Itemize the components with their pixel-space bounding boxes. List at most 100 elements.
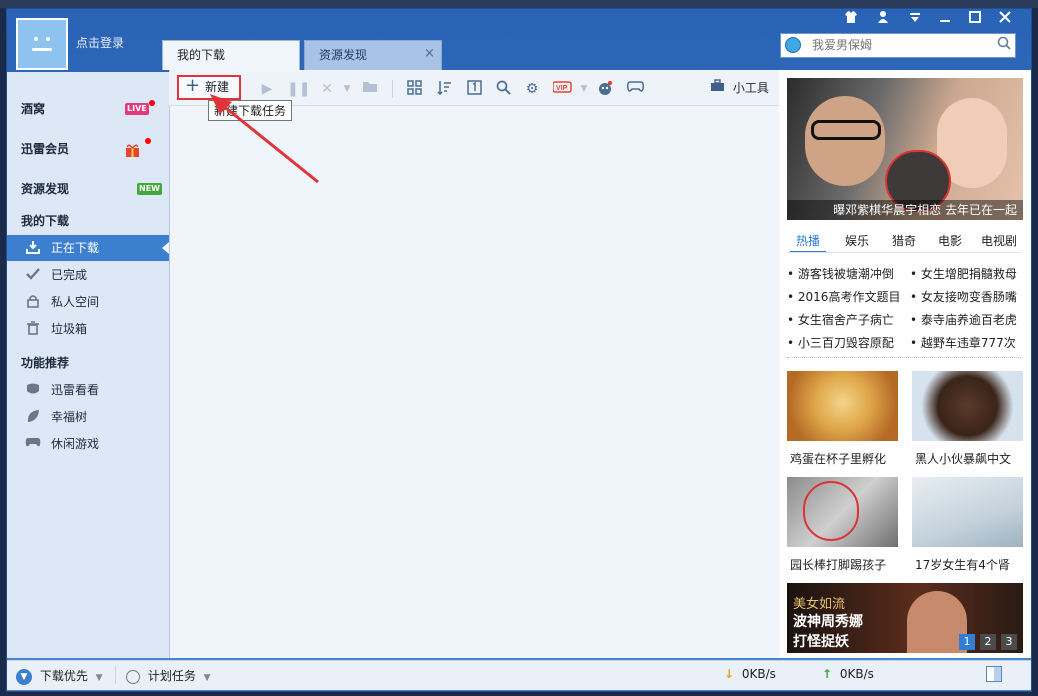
login-link[interactable]: 点击登录 bbox=[76, 34, 124, 51]
trash-icon bbox=[25, 321, 41, 337]
svg-text:VIP: VIP bbox=[556, 85, 568, 92]
download-icon bbox=[25, 240, 41, 256]
video-thumbnail[interactable] bbox=[912, 477, 1023, 547]
sidebar-item-label: 垃圾箱 bbox=[51, 322, 88, 336]
chevron-down-icon: ▼ bbox=[95, 673, 103, 683]
leaf-icon bbox=[25, 409, 41, 425]
kankan-icon bbox=[25, 382, 41, 398]
sidebar-item-label: 正在下载 bbox=[51, 241, 100, 255]
tools-button[interactable]: 小工具 bbox=[710, 79, 769, 96]
news-link[interactable]: • 小三百刀毁容原配 bbox=[787, 334, 894, 351]
news-tab-hot[interactable]: 热播 bbox=[790, 232, 827, 253]
mascot-icon[interactable] bbox=[596, 80, 614, 98]
tab-my-downloads[interactable]: 我的下载 bbox=[162, 40, 300, 70]
news-link[interactable]: • 2016高考作文题目 bbox=[787, 288, 900, 305]
sidebar-item-private-space[interactable]: 私人空间 bbox=[7, 289, 169, 315]
search-input[interactable] bbox=[808, 35, 996, 55]
chevron-down-icon: ▼ bbox=[203, 673, 211, 683]
lock-icon bbox=[25, 294, 41, 310]
notification-dot bbox=[145, 138, 151, 144]
sidebar-item-label: 已完成 bbox=[51, 268, 88, 282]
sidebar-item-label: 资源发现 bbox=[21, 182, 70, 196]
minimize-icon[interactable] bbox=[934, 10, 956, 30]
hero-caption[interactable]: 曝邓紫棋华晨宇相恋 去年已在一起 bbox=[787, 200, 1023, 220]
news-link[interactable]: • 泰寺庙养逾百老虎 bbox=[910, 311, 1017, 328]
sidebar-item-discover[interactable]: 资源发现 NEW bbox=[7, 176, 169, 202]
new-badge: NEW bbox=[137, 183, 162, 195]
download-priority-selector[interactable]: ▼ 下载优先 ▼ bbox=[16, 667, 103, 685]
section-my-downloads: 我的下载 bbox=[21, 214, 70, 228]
video-thumbnail[interactable] bbox=[787, 477, 898, 547]
gamepad-toolbar-icon[interactable] bbox=[626, 80, 644, 98]
hero-image[interactable] bbox=[787, 78, 1023, 220]
delete-dropdown-icon[interactable]: ▼ bbox=[338, 80, 356, 98]
tab-close-icon[interactable]: × bbox=[424, 46, 435, 61]
banner-page-2[interactable]: 2 bbox=[980, 634, 996, 650]
sidebar-item-kankan[interactable]: 迅雷看看 bbox=[7, 377, 169, 403]
sidebar-item-vip[interactable]: 迅雷会员 bbox=[7, 136, 169, 162]
banner-page-1[interactable]: 1 bbox=[959, 634, 975, 650]
menu-icon[interactable] bbox=[904, 10, 926, 30]
news-tab-divider bbox=[787, 252, 1021, 253]
desktop-strip bbox=[0, 0, 1038, 8]
video-thumbnail[interactable] bbox=[912, 371, 1023, 441]
toolbar-divider bbox=[392, 80, 393, 98]
search-task-icon[interactable] bbox=[494, 80, 512, 98]
vip-dropdown-icon[interactable]: ▼ bbox=[575, 80, 593, 98]
sidebar-item-trash[interactable]: 垃圾箱 bbox=[7, 316, 169, 342]
news-link[interactable]: • 越野车违章777次 bbox=[910, 334, 1016, 351]
sort-icon[interactable] bbox=[435, 80, 453, 98]
scheduled-tasks-selector[interactable]: 计划任务 ▼ bbox=[126, 667, 211, 684]
grid-view-icon[interactable] bbox=[405, 80, 423, 98]
news-tab-movies[interactable]: 电影 bbox=[938, 232, 962, 249]
settings-gear-icon[interactable]: ⚙ bbox=[523, 80, 541, 98]
sidebar-item-label: 酒窝 bbox=[21, 102, 46, 116]
layout-toggle-icon[interactable] bbox=[986, 666, 1002, 682]
maximize-icon[interactable] bbox=[964, 10, 986, 30]
sidebar-item-downloading[interactable]: 正在下载 bbox=[7, 235, 169, 261]
news-tab-entertainment[interactable]: 娱乐 bbox=[845, 232, 869, 249]
news-link[interactable]: • 女友接吻变香肠嘴 bbox=[910, 288, 1017, 305]
sidebar-item-jiuwo[interactable]: 酒窝 LIVE bbox=[7, 96, 169, 122]
video-thumbnail[interactable] bbox=[787, 371, 898, 441]
notification-dot bbox=[149, 100, 155, 106]
clock-icon bbox=[126, 669, 140, 684]
search-icon[interactable] bbox=[994, 36, 1014, 56]
thumbnail-caption[interactable]: 园长棒打脚踢孩子 bbox=[790, 556, 886, 573]
sidebar-item-label: 休闲游戏 bbox=[51, 437, 100, 451]
check-icon bbox=[25, 267, 41, 283]
tab-resource-discover[interactable]: 资源发现 bbox=[304, 40, 442, 70]
sidebar-item-games[interactable]: 休闲游戏 bbox=[7, 431, 169, 457]
gamepad-icon bbox=[25, 436, 41, 452]
toolbox-icon bbox=[710, 79, 729, 95]
thumbnail-caption[interactable]: 黑人小伙暴飙中文 bbox=[915, 450, 1011, 467]
active-pointer bbox=[162, 242, 169, 254]
news-tab-tv[interactable]: 电视剧 bbox=[981, 232, 1017, 249]
thumbnail-caption[interactable]: 鸡蛋在杯子里孵化 bbox=[790, 450, 886, 467]
avatar[interactable] bbox=[16, 18, 68, 70]
live-badge: LIVE bbox=[125, 103, 149, 115]
user-icon[interactable] bbox=[872, 10, 894, 30]
plus-icon: + bbox=[185, 75, 201, 96]
search-engine-icon bbox=[785, 37, 801, 53]
news-link[interactable]: • 女生宿舍产子病亡 bbox=[787, 311, 894, 328]
section-features: 功能推荐 bbox=[21, 356, 70, 370]
thumbnail-caption[interactable]: 17岁女生有4个肾 bbox=[915, 556, 1010, 573]
single-task-icon[interactable] bbox=[465, 80, 483, 98]
priority-icon: ▼ bbox=[16, 668, 32, 685]
upload-speed: ↑ 0KB/s bbox=[822, 667, 874, 681]
banner-page-3[interactable]: 3 bbox=[1001, 634, 1017, 650]
close-icon[interactable] bbox=[994, 10, 1016, 30]
folder-icon[interactable] bbox=[361, 80, 379, 98]
sidebar-item-label: 迅雷会员 bbox=[21, 142, 70, 156]
news-tab-oddities[interactable]: 猎奇 bbox=[892, 232, 916, 249]
news-link[interactable]: • 女生增肥捐髓救母 bbox=[910, 265, 1017, 282]
status-divider bbox=[115, 666, 116, 684]
sidebar-item-completed[interactable]: 已完成 bbox=[7, 262, 169, 288]
sidebar-item-label: 迅雷看看 bbox=[51, 383, 100, 397]
vip-icon[interactable]: VIP bbox=[552, 80, 574, 98]
sidebar-item-happy-tree[interactable]: 幸福树 bbox=[7, 404, 169, 430]
skin-icon[interactable] bbox=[840, 10, 862, 30]
news-link[interactable]: • 游客钱被塘潮冲倒 bbox=[787, 265, 894, 282]
download-arrow-icon: ↓ bbox=[724, 667, 735, 681]
